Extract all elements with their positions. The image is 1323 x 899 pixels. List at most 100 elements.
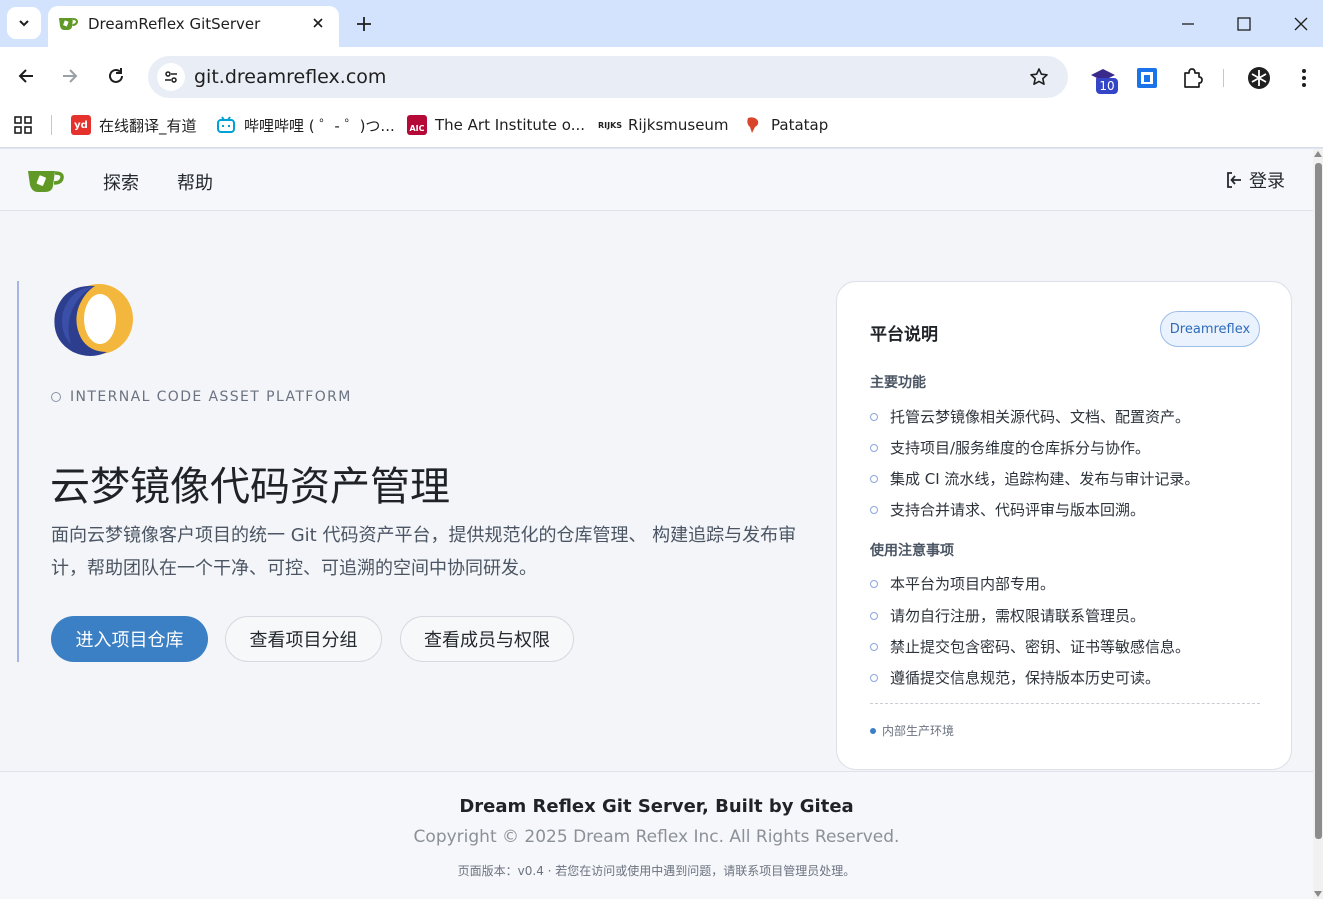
bullet-icon <box>870 443 878 452</box>
tab-title: DreamReflex GitServer <box>88 15 261 33</box>
forward-button[interactable] <box>57 63 83 89</box>
close-tab-button[interactable] <box>308 13 328 33</box>
login-button[interactable]: 登录 <box>1225 167 1285 193</box>
scroll-down-arrow-icon[interactable] <box>1314 891 1322 897</box>
bookmark-rijksmuseum[interactable]: RIJKS Rijksmuseum <box>597 112 729 138</box>
item-text: 本平台为项目内部专用。 <box>890 575 1056 593</box>
list-item: 支持合并请求、代码评审与版本回溯。 <box>870 499 1145 520</box>
page-scrollbar[interactable] <box>1313 149 1323 899</box>
item-text: 集成 CI 流水线，追踪构建、发布与审计记录。 <box>890 470 1200 488</box>
item-text: 禁止提交包含密码、密钥、证书等敏感信息。 <box>890 638 1191 656</box>
site-info-button[interactable] <box>157 63 185 91</box>
browser-menu-button[interactable] <box>1290 64 1318 92</box>
bookmark-bilibili[interactable]: 哔哩哔哩 ( ゜- ゜)つ... <box>216 112 395 138</box>
extension-lock-button[interactable] <box>1133 64 1161 92</box>
browser-toolbar: git.dreamreflex.com <box>0 47 1323 107</box>
tagline-bullet-icon <box>51 392 61 402</box>
dreamreflex-logo-icon <box>54 284 133 356</box>
view-groups-button[interactable]: 查看项目分组 <box>225 616 382 662</box>
list-item: 集成 CI 流水线，追踪构建、发布与审计记录。 <box>870 468 1199 489</box>
address-bar[interactable]: git.dreamreflex.com <box>148 56 1068 98</box>
apps-grid-icon[interactable] <box>13 115 33 135</box>
arrow-right-icon <box>63 69 78 83</box>
nav-explore-link[interactable]: 探索 <box>103 169 139 195</box>
site-footer: Dream Reflex Git Server, Built by Gitea … <box>0 771 1313 899</box>
list-item: 请勿自行注册，需权限请联系管理员。 <box>870 605 1145 626</box>
tagline-text: INTERNAL CODE ASSET PLATFORM <box>70 389 352 405</box>
maximize-icon <box>1237 17 1251 31</box>
card-title: 平台说明 <box>870 325 938 345</box>
view-members-button[interactable]: 查看成员与权限 <box>400 616 574 662</box>
star-icon <box>1030 68 1048 85</box>
extensions-button[interactable] <box>1178 64 1206 92</box>
bullet-icon <box>870 412 878 421</box>
puzzle-icon <box>1184 68 1203 88</box>
org-badge: Dreamreflex <box>1160 311 1260 347</box>
bookmark-label: 在线翻译_有道 <box>99 116 197 135</box>
more-vertical-icon <box>1302 69 1306 87</box>
scroll-up-arrow-icon[interactable] <box>1314 151 1322 157</box>
rijks-icon: RIJKS <box>597 120 623 130</box>
minimize-icon <box>1182 23 1194 25</box>
platform-info-card: 平台说明 Dreamreflex 主要功能 托管云梦镜像相关源代码、文档、配置资… <box>836 281 1292 770</box>
bookmark-youdao[interactable]: yd 在线翻译_有道 <box>71 112 197 138</box>
maximize-button[interactable] <box>1232 12 1256 36</box>
footer-copyright: Copyright © 2025 Dream Reflex Inc. All R… <box>413 827 900 847</box>
item-text: 请勿自行注册，需权限请联系管理员。 <box>890 607 1146 625</box>
environment-label: 内部生产环境 <box>882 724 955 738</box>
gitea-logo-icon[interactable] <box>27 166 65 194</box>
bullet-icon <box>870 673 878 682</box>
item-text: 支持项目/服务维度的仓库拆分与协作。 <box>890 439 1151 457</box>
enter-repos-button[interactable]: 进入项目仓库 <box>51 616 208 662</box>
new-tab-button[interactable] <box>352 12 376 36</box>
bookmark-art-institute[interactable]: AIC The Art Institute o... <box>407 112 585 138</box>
hero-tagline: INTERNAL CODE ASSET PLATFORM <box>51 389 352 405</box>
item-text: 托管云梦镜像相关源代码、文档、配置资产。 <box>890 408 1191 426</box>
tab-search-button[interactable] <box>7 7 41 39</box>
close-icon <box>1294 17 1308 31</box>
lock-shield-icon <box>1137 68 1157 88</box>
bookmark-label: Patatap <box>771 116 829 134</box>
scroll-thumb[interactable] <box>1315 163 1322 839</box>
features-section-title: 主要功能 <box>870 375 926 391</box>
url-text[interactable]: git.dreamreflex.com <box>194 66 386 88</box>
bilibili-icon <box>217 116 235 133</box>
hero-title: 云梦镜像代码资产管理 <box>50 464 450 510</box>
status-dot-icon <box>870 727 876 734</box>
sign-in-icon <box>1227 172 1241 188</box>
minimize-button[interactable] <box>1176 12 1200 36</box>
list-item: 禁止提交包含密码、密钥、证书等敏感信息。 <box>870 636 1190 657</box>
plus-icon <box>357 17 371 31</box>
gitea-favicon-icon <box>59 18 78 30</box>
chevron-down-icon <box>19 20 29 27</box>
bookmark-label: Rijksmuseum <box>628 116 729 134</box>
close-window-button[interactable] <box>1289 12 1313 36</box>
bullet-icon <box>870 611 878 620</box>
reload-button[interactable] <box>103 63 129 89</box>
card-divider <box>870 703 1260 704</box>
list-item: 支持项目/服务维度的仓库拆分与协作。 <box>870 437 1150 458</box>
bookmark-star-button[interactable] <box>1028 66 1050 88</box>
nav-help-link[interactable]: 帮助 <box>177 169 213 195</box>
arrow-left-icon <box>18 69 33 83</box>
site-navbar: 探索 帮助 登录 <box>0 149 1313 211</box>
extension-badge: 10 <box>1096 78 1118 94</box>
bookmarks-separator <box>51 115 52 135</box>
bullet-icon <box>870 579 878 588</box>
profile-button[interactable] <box>1245 64 1273 92</box>
bookmark-label: 哔哩哔哩 ( ゜- ゜)つ... <box>244 116 395 135</box>
tab-strip: DreamReflex GitServer <box>0 0 1323 47</box>
footer-powered-by: Dream Reflex Git Server, Built by Gitea <box>459 796 854 817</box>
snowflake-icon <box>1248 67 1270 89</box>
bookmark-patatap[interactable]: Patatap <box>743 112 828 138</box>
environment-indicator: 内部生产环境 <box>870 722 954 739</box>
list-item: 本平台为项目内部专用。 <box>870 573 1055 594</box>
footer-version-note: 页面版本：v0.4 · 若您在访问或使用中遇到问题，请联系项目管理员处理。 <box>457 864 856 878</box>
back-button[interactable] <box>13 63 39 89</box>
toolbar-divider <box>1223 69 1224 87</box>
active-tab[interactable]: DreamReflex GitServer <box>48 6 339 47</box>
bullet-icon <box>870 642 878 651</box>
item-text: 支持合并请求、代码评审与版本回溯。 <box>890 501 1146 519</box>
reload-icon <box>109 68 123 83</box>
tune-icon <box>165 71 177 83</box>
